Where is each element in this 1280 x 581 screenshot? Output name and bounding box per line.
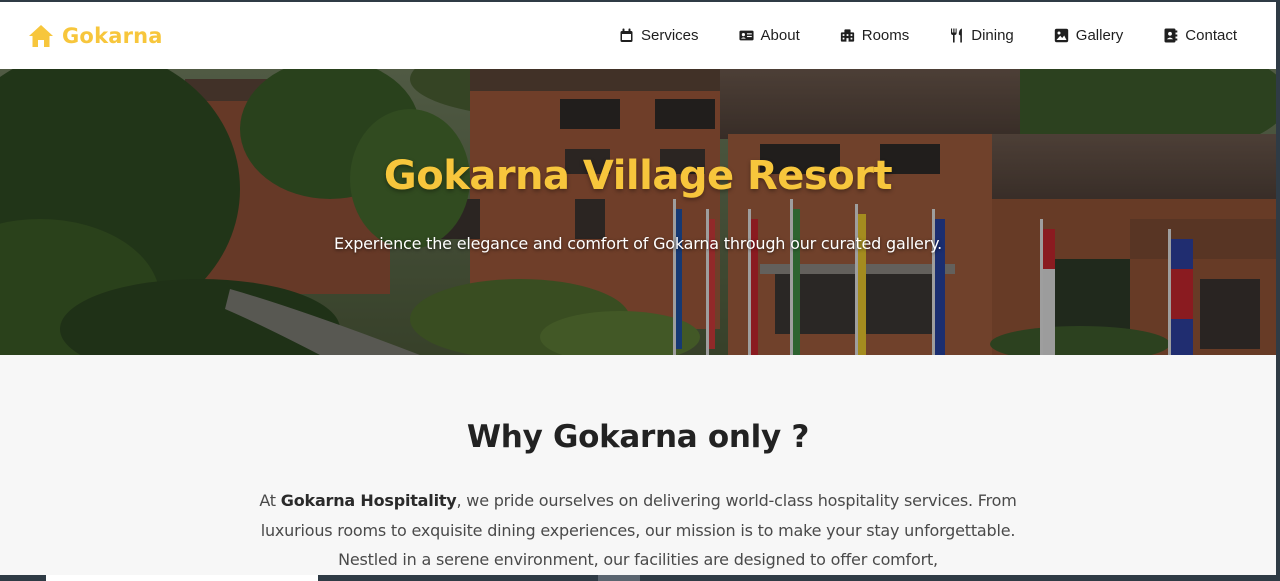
calendar-icon: [620, 28, 633, 42]
nav-item-contact[interactable]: Contact: [1143, 27, 1248, 44]
nav-item-services[interactable]: Services: [599, 27, 719, 44]
hero-title: Gokarna Village Resort: [383, 153, 893, 199]
address-book-icon: [1164, 28, 1178, 43]
nav-item-rooms[interactable]: Rooms: [820, 27, 930, 44]
why-title: Why Gokarna only ?: [466, 419, 810, 455]
nav-label-services: Services: [641, 27, 699, 44]
nav-label-rooms: Rooms: [861, 27, 910, 44]
main-nav: Services About Rooms Dining Gallery Cont…: [599, 27, 1248, 44]
hotel-icon: [840, 29, 854, 42]
why-paragraph: At Gokarna Hospitality, we pride ourselv…: [250, 486, 1026, 575]
nav-label-gallery: Gallery: [1075, 27, 1124, 44]
hero-subtitle: Experience the elegance and comfort of G…: [334, 234, 942, 253]
nav-item-gallery[interactable]: Gallery: [1034, 27, 1144, 44]
nav-label-dining: Dining: [971, 27, 1014, 44]
nav-item-dining[interactable]: Dining: [929, 27, 1034, 44]
hero-banner: Gokarna Village Resort Experience the el…: [0, 69, 1276, 355]
navbar: Gokarna Services About Rooms Dining Gall…: [0, 2, 1276, 69]
id-card-icon: [738, 30, 754, 41]
browser-viewport: Gokarna Services About Rooms Dining Gall…: [0, 2, 1276, 581]
company-name: Gokarna Hospitality: [280, 491, 457, 510]
nav-label-contact: Contact: [1185, 27, 1237, 44]
image-icon: [1054, 28, 1068, 43]
home-icon: [29, 24, 53, 47]
taskbar-tab[interactable]: [46, 575, 318, 581]
hero-overlay: [0, 69, 1276, 355]
nav-item-about[interactable]: About: [719, 27, 820, 44]
window-edge: [1276, 0, 1280, 581]
brand-name: Gokarna: [62, 23, 163, 48]
brand-logo-link[interactable]: Gokarna: [28, 24, 163, 48]
utensils-icon: [951, 28, 963, 43]
why-section: Why Gokarna only ? At Gokarna Hospitalit…: [0, 355, 1276, 581]
nav-label-about: About: [760, 27, 800, 44]
taskbar-strip: [0, 575, 1276, 581]
why-intro: At: [259, 491, 281, 510]
taskbar-tab[interactable]: [598, 575, 640, 581]
